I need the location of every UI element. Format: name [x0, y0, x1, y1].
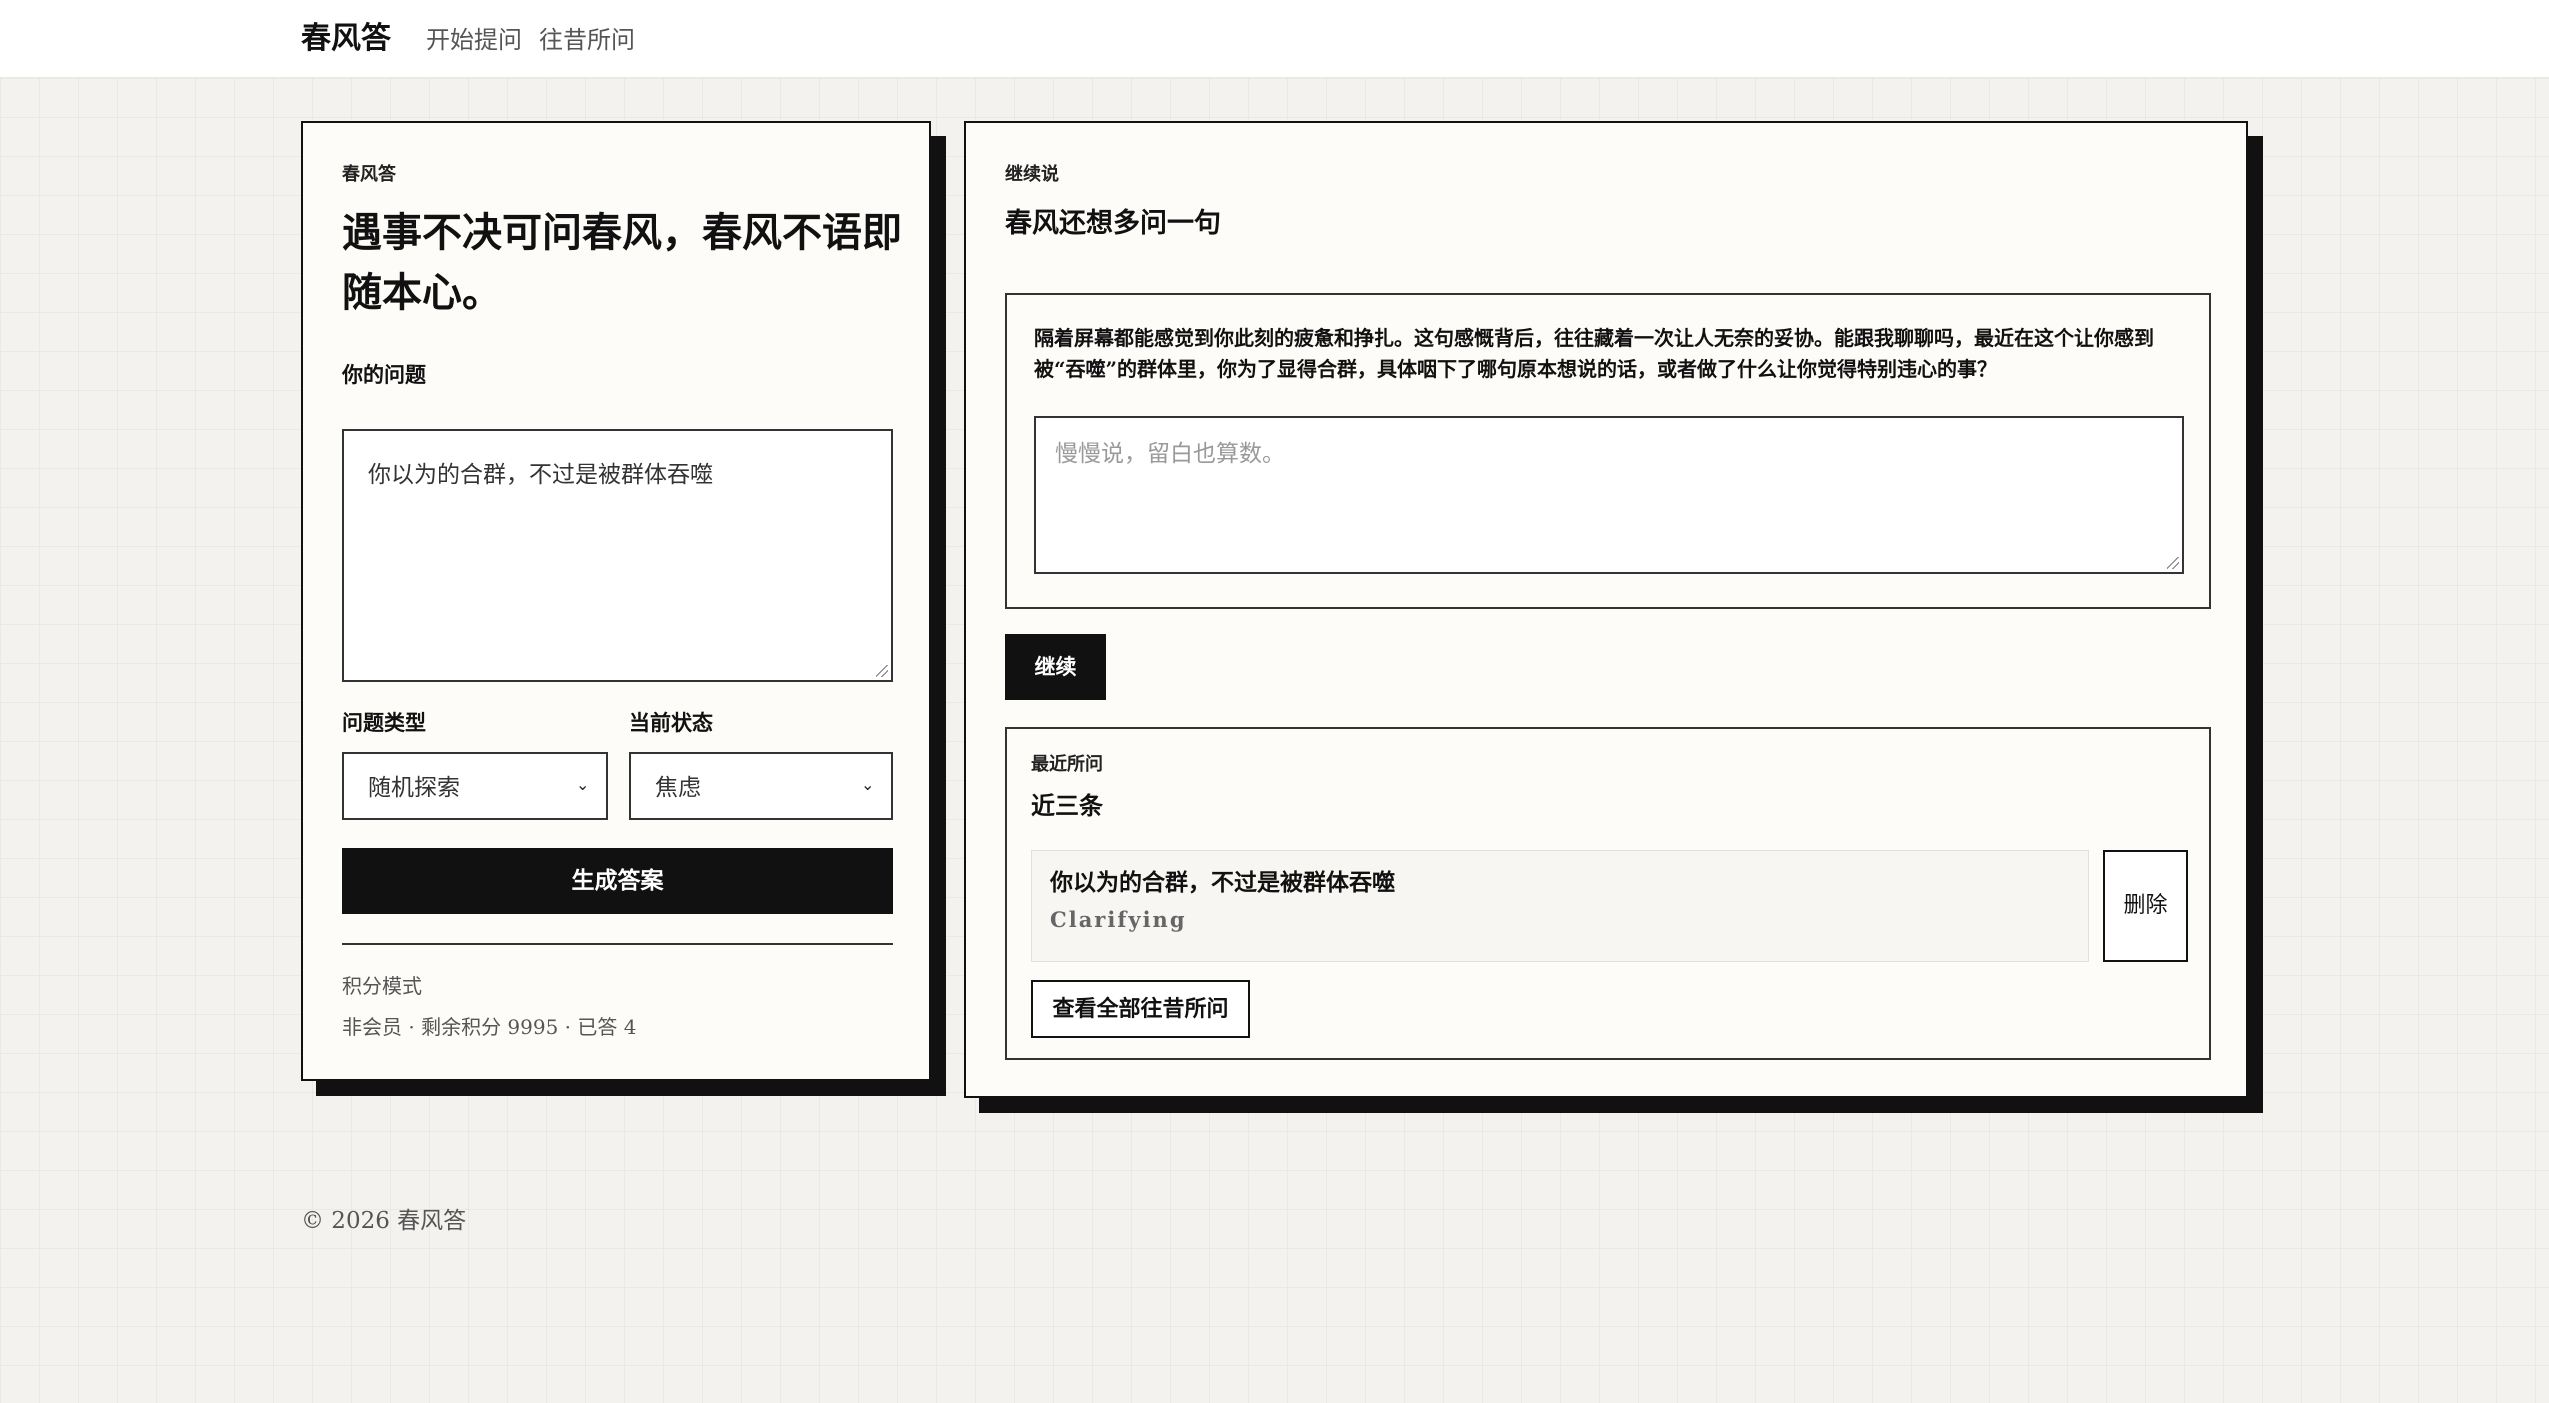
top-nav-bar: 春风答 开始提问 往昔所问: [0, 0, 2549, 78]
followup-prompt: 隔着屏幕都能感觉到你此刻的疲惫和挣扎。这句感慨背后，往往藏着一次让人无奈的妥协。…: [1034, 326, 2154, 381]
question-type-label: 问题类型: [342, 710, 426, 735]
question-input-value: 你以为的合群，不过是被群体吞噬: [368, 462, 713, 488]
current-state-label: 当前状态: [629, 710, 713, 735]
question-label: 你的问题: [342, 362, 426, 387]
followup-panel: 继续说 春风还想多问一句 隔着屏幕都能感觉到你此刻的疲惫和挣扎。这句感慨背后，往…: [964, 121, 2248, 1098]
list-item[interactable]: 你以为的合群，不过是被群体吞噬 Clarifying: [1031, 850, 2089, 962]
chevron-down-icon: ⌄: [861, 775, 875, 794]
generate-answer-button[interactable]: 生成答案: [342, 848, 893, 914]
current-state-select[interactable]: 焦虑 ⌄: [629, 752, 893, 820]
nav-link-start[interactable]: 开始提问: [426, 24, 522, 56]
question-type-value: 随机探索: [368, 775, 460, 801]
followup-eyebrow: 继续说: [1005, 164, 1059, 185]
points-mode-label: 积分模式: [342, 974, 422, 998]
reply-input-placeholder: 慢慢说，留白也算数。: [1055, 441, 1285, 467]
page-headline: 遇事不决可问春风，春风不语即随本心。: [342, 209, 902, 316]
view-all-history-button[interactable]: 查看全部往昔所问: [1031, 980, 1250, 1038]
recent-questions: 最近所问 近三条 你以为的合群，不过是被群体吞噬 Clarifying 删除 查…: [1005, 727, 2211, 1060]
ask-panel-eyebrow: 春风答: [342, 164, 396, 185]
nav-link-history[interactable]: 往昔所问: [539, 24, 635, 56]
divider: [342, 943, 893, 945]
recent-question-text: 你以为的合群，不过是被群体吞噬: [1050, 869, 1395, 896]
followup-title: 春风还想多问一句: [1005, 208, 1221, 239]
recent-title: 近三条: [1031, 791, 1103, 820]
brand-logo[interactable]: 春风答: [301, 20, 391, 58]
resize-grip-icon[interactable]: [876, 665, 888, 677]
current-state-value: 焦虑: [655, 775, 701, 801]
question-type-select[interactable]: 随机探索 ⌄: [342, 752, 608, 820]
chevron-down-icon: ⌄: [576, 775, 590, 794]
delete-button[interactable]: 删除: [2103, 850, 2188, 962]
recent-eyebrow: 最近所问: [1031, 754, 1103, 775]
points-mode-info: 非会员 · 剩余积分 9995 · 已答 4: [342, 1015, 637, 1039]
followup-card: 隔着屏幕都能感觉到你此刻的疲惫和挣扎。这句感慨背后，往往藏着一次让人无奈的妥协。…: [1005, 293, 2211, 609]
recent-question-type: Clarifying: [1050, 907, 1187, 932]
footer-copyright: © 2026 春风答: [301, 1208, 467, 1234]
question-input[interactable]: 你以为的合群，不过是被群体吞噬: [342, 429, 893, 682]
reply-input[interactable]: 慢慢说，留白也算数。: [1034, 416, 2184, 574]
continue-button[interactable]: 继续: [1005, 634, 1106, 700]
resize-grip-icon[interactable]: [2167, 557, 2179, 569]
ask-panel: 春风答 遇事不决可问春风，春风不语即随本心。 你的问题 你以为的合群，不过是被群…: [301, 121, 931, 1081]
